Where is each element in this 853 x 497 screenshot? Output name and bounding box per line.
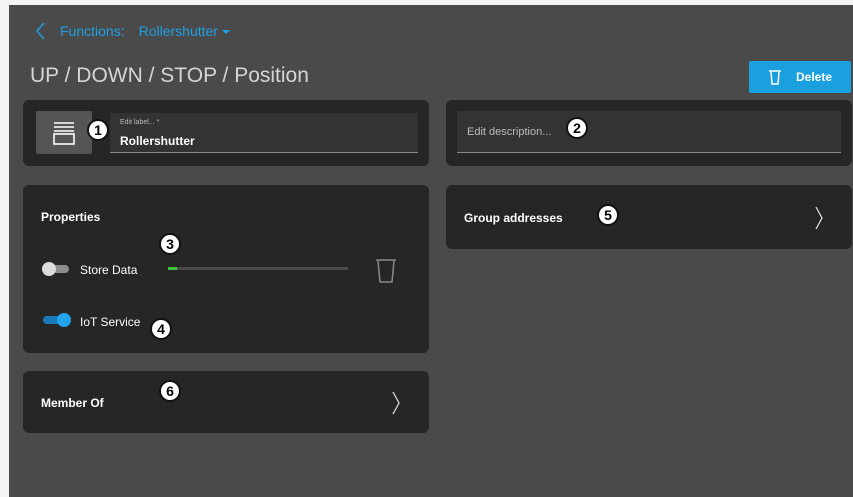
delete-button[interactable]: Delete bbox=[749, 61, 851, 93]
toggle-knob bbox=[57, 313, 71, 327]
store-data-toggle[interactable] bbox=[42, 262, 69, 276]
page-title: UP / DOWN / STOP / Position bbox=[30, 64, 309, 87]
group-addresses-row[interactable]: Group addresses bbox=[446, 185, 852, 249]
store-data-label: Store Data bbox=[80, 263, 138, 277]
marker-1: 1 bbox=[87, 119, 109, 141]
description-card: Edit description... bbox=[446, 100, 852, 166]
app-window: Functions: Rollershutter UP / DOWN / STO… bbox=[9, 5, 853, 497]
function-icon-button[interactable] bbox=[36, 111, 92, 154]
marker-6: 6 bbox=[159, 380, 181, 402]
marker-5: 5 bbox=[597, 204, 619, 226]
group-addresses-label: Group addresses bbox=[464, 211, 563, 225]
label-card: Edit label... * Rollershutter bbox=[23, 100, 429, 166]
label-input-value: Rollershutter bbox=[120, 134, 195, 148]
iot-service-label: IoT Service bbox=[80, 315, 141, 329]
store-data-trash-icon[interactable] bbox=[375, 258, 397, 284]
member-of-label: Member Of bbox=[41, 396, 104, 410]
properties-card: Properties Store Data IoT Service bbox=[23, 185, 429, 353]
back-chevron-icon[interactable] bbox=[35, 22, 46, 40]
member-of-row[interactable]: Member Of bbox=[23, 371, 429, 433]
trash-icon bbox=[768, 70, 781, 85]
chevron-right-icon bbox=[815, 206, 823, 230]
chevron-right-icon bbox=[392, 391, 400, 415]
breadcrumb: Functions: Rollershutter bbox=[35, 22, 230, 40]
store-data-progress bbox=[168, 267, 348, 270]
delete-button-label: Delete bbox=[795, 70, 833, 84]
breadcrumb-current-dropdown[interactable]: Rollershutter bbox=[139, 23, 230, 39]
store-data-progress-fill bbox=[168, 267, 177, 270]
label-input-placeholder: Edit label... * bbox=[120, 119, 160, 126]
marker-4: 4 bbox=[150, 318, 172, 340]
breadcrumb-parent[interactable]: Functions: bbox=[60, 23, 125, 39]
properties-title: Properties bbox=[41, 210, 101, 224]
description-placeholder: Edit description... bbox=[467, 126, 552, 138]
marker-3: 3 bbox=[159, 233, 181, 255]
breadcrumb-current: Rollershutter bbox=[138, 23, 218, 39]
rollershutter-icon bbox=[53, 121, 75, 145]
marker-2: 2 bbox=[566, 117, 588, 139]
iot-service-toggle[interactable] bbox=[43, 313, 71, 327]
description-input[interactable]: Edit description... bbox=[457, 111, 841, 153]
toggle-knob bbox=[42, 262, 56, 276]
caret-down-icon bbox=[221, 30, 230, 35]
label-input[interactable]: Edit label... * Rollershutter bbox=[110, 113, 418, 153]
